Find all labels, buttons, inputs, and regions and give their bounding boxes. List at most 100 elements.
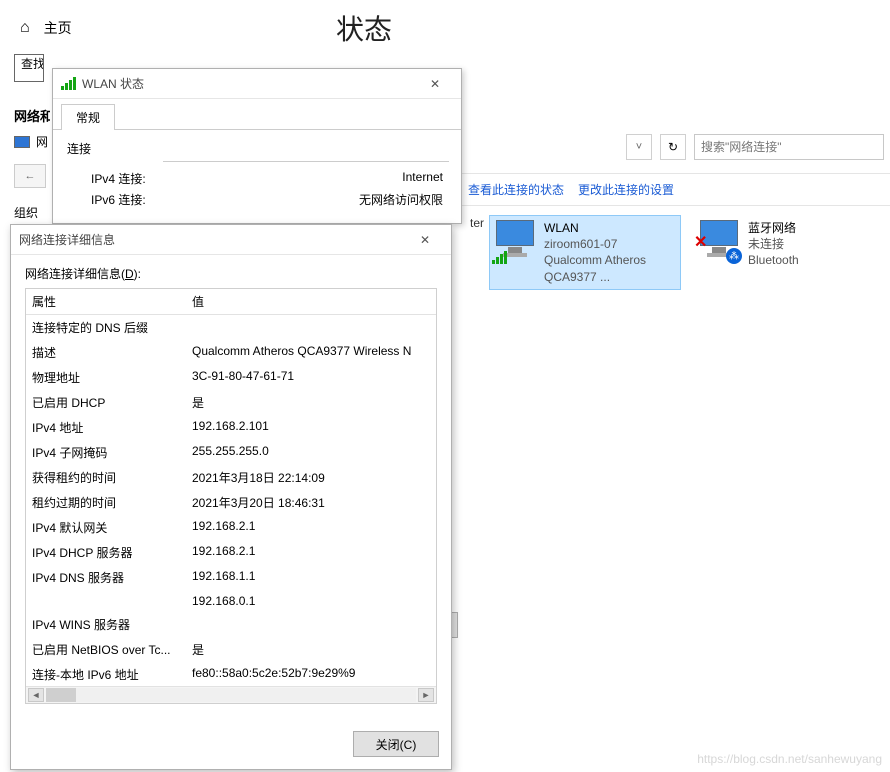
value-cell: fe80::58a0:5c2e:52b7:9e29%9 xyxy=(186,662,436,686)
status-key: IPv6 连接: xyxy=(91,191,146,208)
network-connections-window: ˅ ↻ 搜索"网络连接" 查看此连接的状态 更改此连接的设置 ter WLAN … xyxy=(450,120,890,772)
adapter-device: Qualcomm Atheros QCA9377 ... xyxy=(544,252,676,284)
wifi-signal-icon xyxy=(61,77,76,90)
settings-nav-item[interactable]: 网 xyxy=(14,133,50,150)
status-value: Internet xyxy=(402,170,443,187)
table-row[interactable]: IPv4 DHCP 服务器192.168.2.1 xyxy=(26,540,436,565)
table-row[interactable]: IPv4 DNS 服务器192.168.1.1 xyxy=(26,565,436,590)
value-cell: 192.168.2.101 xyxy=(186,415,436,440)
tab-general[interactable]: 常规 xyxy=(61,104,115,130)
value-cell: 2021年3月20日 18:46:31 xyxy=(186,490,436,515)
value-cell xyxy=(186,612,436,637)
col-header-value[interactable]: 值 xyxy=(186,289,436,314)
table-row[interactable]: IPv4 默认网关192.168.2.1 xyxy=(26,515,436,540)
adapter-device: Bluetooth xyxy=(748,252,799,268)
property-cell: IPv4 子网掩码 xyxy=(26,440,186,465)
property-cell: IPv4 DNS 服务器 xyxy=(26,565,186,590)
value-cell: 2021年3月18日 22:14:09 xyxy=(186,465,436,490)
explorer-search-input[interactable]: 搜索"网络连接" xyxy=(694,134,884,160)
table-row[interactable]: IPv4 WINS 服务器 xyxy=(26,612,436,637)
close-icon: ✕ xyxy=(430,77,440,91)
adapter-bluetooth-icon: ✕ ⁂ xyxy=(698,220,740,262)
address-dropdown-button[interactable]: ˅ xyxy=(626,134,652,160)
property-cell: 描述 xyxy=(26,340,186,365)
value-cell: 是 xyxy=(186,390,436,415)
divider xyxy=(163,161,449,162)
grid-body[interactable]: 连接特定的 DNS 后缀描述Qualcomm Atheros QCA9377 W… xyxy=(26,315,436,686)
details-label-hotkey: D xyxy=(125,267,134,281)
table-row[interactable]: IPv4 子网掩码255.255.255.0 xyxy=(26,440,436,465)
wifi-signal-icon xyxy=(492,250,508,264)
explorer-command-bar: 查看此连接的状态 更改此连接的设置 xyxy=(450,174,890,206)
explorer-addressbar: ˅ ↻ 搜索"网络连接" xyxy=(450,120,890,174)
status-value: 无网络访问权限 xyxy=(359,191,443,208)
settings-search-input[interactable]: 查找 xyxy=(14,54,44,82)
table-row[interactable]: 连接特定的 DNS 后缀 xyxy=(26,315,436,340)
property-cell: 连接特定的 DNS 后缀 xyxy=(26,315,186,340)
organize-label[interactable]: 组织 xyxy=(14,204,48,221)
close-icon: ✕ xyxy=(420,233,430,247)
property-cell: 物理地址 xyxy=(26,365,186,390)
scroll-thumb[interactable] xyxy=(46,688,76,702)
table-row[interactable]: 已启用 NetBIOS over Tc...是 xyxy=(26,637,436,662)
value-cell: 是 xyxy=(186,637,436,662)
adapter-wlan[interactable]: WLAN ziroom601-07 Qualcomm Atheros QCA93… xyxy=(490,216,680,289)
details-grid: 属性 值 连接特定的 DNS 后缀描述Qualcomm Atheros QCA9… xyxy=(25,288,437,704)
adapter-bluetooth[interactable]: ✕ ⁂ 蓝牙网络 未连接 Bluetooth xyxy=(694,216,884,289)
scroll-track[interactable] xyxy=(46,688,416,702)
property-cell: 已启用 NetBIOS over Tc... xyxy=(26,637,186,662)
property-cell: IPv4 DHCP 服务器 xyxy=(26,540,186,565)
table-row[interactable]: 获得租约的时间2021年3月18日 22:14:09 xyxy=(26,465,436,490)
truncated-label: ter xyxy=(470,216,484,230)
status-key: IPv4 连接: xyxy=(91,170,146,187)
property-cell: 获得租约的时间 xyxy=(26,465,186,490)
adapter-status: 未连接 xyxy=(748,236,799,252)
close-dialog-button[interactable]: 关闭(C) xyxy=(353,731,439,757)
value-cell: Qualcomm Atheros QCA9377 Wireless N xyxy=(186,340,436,365)
property-cell: IPv4 地址 xyxy=(26,415,186,440)
settings-section-header: 网络和 xyxy=(14,106,50,125)
close-button[interactable]: ✕ xyxy=(407,228,443,252)
value-cell: 3C-91-80-47-61-71 xyxy=(186,365,436,390)
value-cell xyxy=(186,315,436,340)
table-row[interactable]: 192.168.0.1 xyxy=(26,590,436,612)
cmd-change-connection-settings[interactable]: 更改此连接的设置 xyxy=(578,181,674,198)
monitor-icon xyxy=(14,136,30,148)
cmd-view-connection-status[interactable]: 查看此连接的状态 xyxy=(468,181,564,198)
table-row[interactable]: 连接-本地 IPv6 地址fe80::58a0:5c2e:52b7:9e29%9 xyxy=(26,662,436,686)
table-row[interactable]: 物理地址3C-91-80-47-61-71 xyxy=(26,365,436,390)
details-label: 网络连接详细信息(D): xyxy=(25,265,437,282)
table-row[interactable]: IPv4 地址192.168.2.101 xyxy=(26,415,436,440)
adapter-name: WLAN xyxy=(544,220,676,236)
col-header-property[interactable]: 属性 xyxy=(26,289,186,314)
table-row[interactable]: 描述Qualcomm Atheros QCA9377 Wireless N xyxy=(26,340,436,365)
details-title: 网络连接详细信息 xyxy=(19,231,115,248)
home-label[interactable]: 主页 xyxy=(44,18,72,38)
value-cell: 255.255.255.0 xyxy=(186,440,436,465)
table-row[interactable]: 租约过期的时间2021年3月20日 18:46:31 xyxy=(26,490,436,515)
settings-nav-label: 网 xyxy=(36,133,48,150)
details-titlebar[interactable]: 网络连接详细信息 ✕ xyxy=(11,225,451,255)
tab-strip: 常规 xyxy=(53,99,461,130)
refresh-icon: ↻ xyxy=(668,140,678,154)
close-button[interactable]: ✕ xyxy=(417,72,453,96)
search-placeholder: 搜索"网络连接" xyxy=(701,138,782,155)
adapter-wlan-icon xyxy=(494,220,536,262)
grid-header[interactable]: 属性 值 xyxy=(26,289,436,315)
wlan-status-titlebar[interactable]: WLAN 状态 ✕ xyxy=(53,69,461,99)
back-button[interactable]: ← xyxy=(14,164,46,188)
watermark: https://blog.csdn.net/sanhewuyang xyxy=(697,752,882,766)
table-row[interactable]: 已启用 DHCP是 xyxy=(26,390,436,415)
wlan-status-title: WLAN 状态 xyxy=(82,75,144,92)
page-title: 状态 xyxy=(336,8,392,48)
refresh-button[interactable]: ↻ xyxy=(660,134,686,160)
scroll-right-button[interactable]: ► xyxy=(418,688,434,702)
scroll-left-button[interactable]: ◄ xyxy=(28,688,44,702)
property-cell: 连接-本地 IPv6 地址 xyxy=(26,662,186,686)
property-cell xyxy=(26,590,186,612)
horizontal-scrollbar[interactable]: ◄ ► xyxy=(26,686,436,703)
details-label-suffix: ): xyxy=(134,267,141,281)
property-cell: 已启用 DHCP xyxy=(26,390,186,415)
group-connection: 连接 xyxy=(67,140,461,157)
home-icon[interactable]: ⌂ xyxy=(20,19,30,37)
